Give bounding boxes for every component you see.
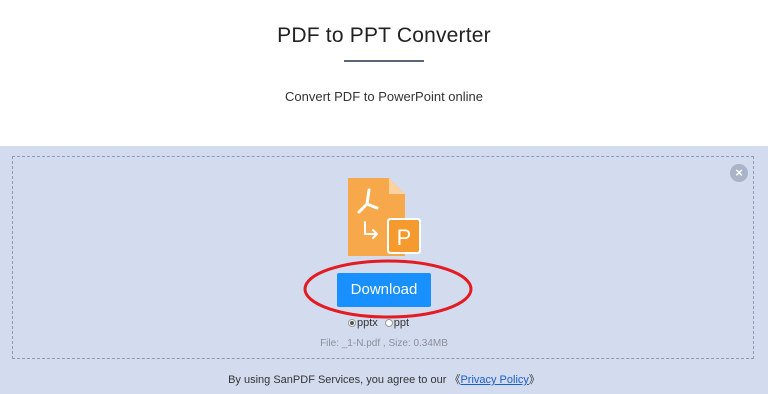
pdf-to-ppt-file-icon: P (348, 178, 421, 256)
format-options: pptx ppt (348, 317, 416, 329)
ppt-badge-letter: P (397, 225, 412, 250)
file-info: File: _1-N.pdf , Size: 0.34MB (320, 338, 448, 349)
bracket-close: 》 (528, 374, 540, 386)
format-label-pptx: pptx (357, 317, 378, 329)
page-title: PDF to PPT Converter (277, 24, 491, 47)
bracket-open: 《 (449, 374, 461, 386)
format-radio-pptx[interactable] (348, 319, 356, 327)
format-radio-ppt[interactable] (384, 319, 393, 327)
page-subtitle: Convert PDF to PowerPoint online (285, 89, 483, 104)
privacy-policy-link[interactable]: Privacy Policy (460, 374, 528, 386)
title-underline (344, 60, 424, 62)
terms-notice: By using SanPDF Services, you agree to o… (0, 371, 768, 387)
terms-text: By using SanPDF Services, you agree to o… (228, 374, 447, 386)
download-button[interactable]: Download (337, 273, 431, 307)
close-icon[interactable]: × (730, 164, 748, 182)
format-label-ppt: ppt (393, 317, 410, 329)
